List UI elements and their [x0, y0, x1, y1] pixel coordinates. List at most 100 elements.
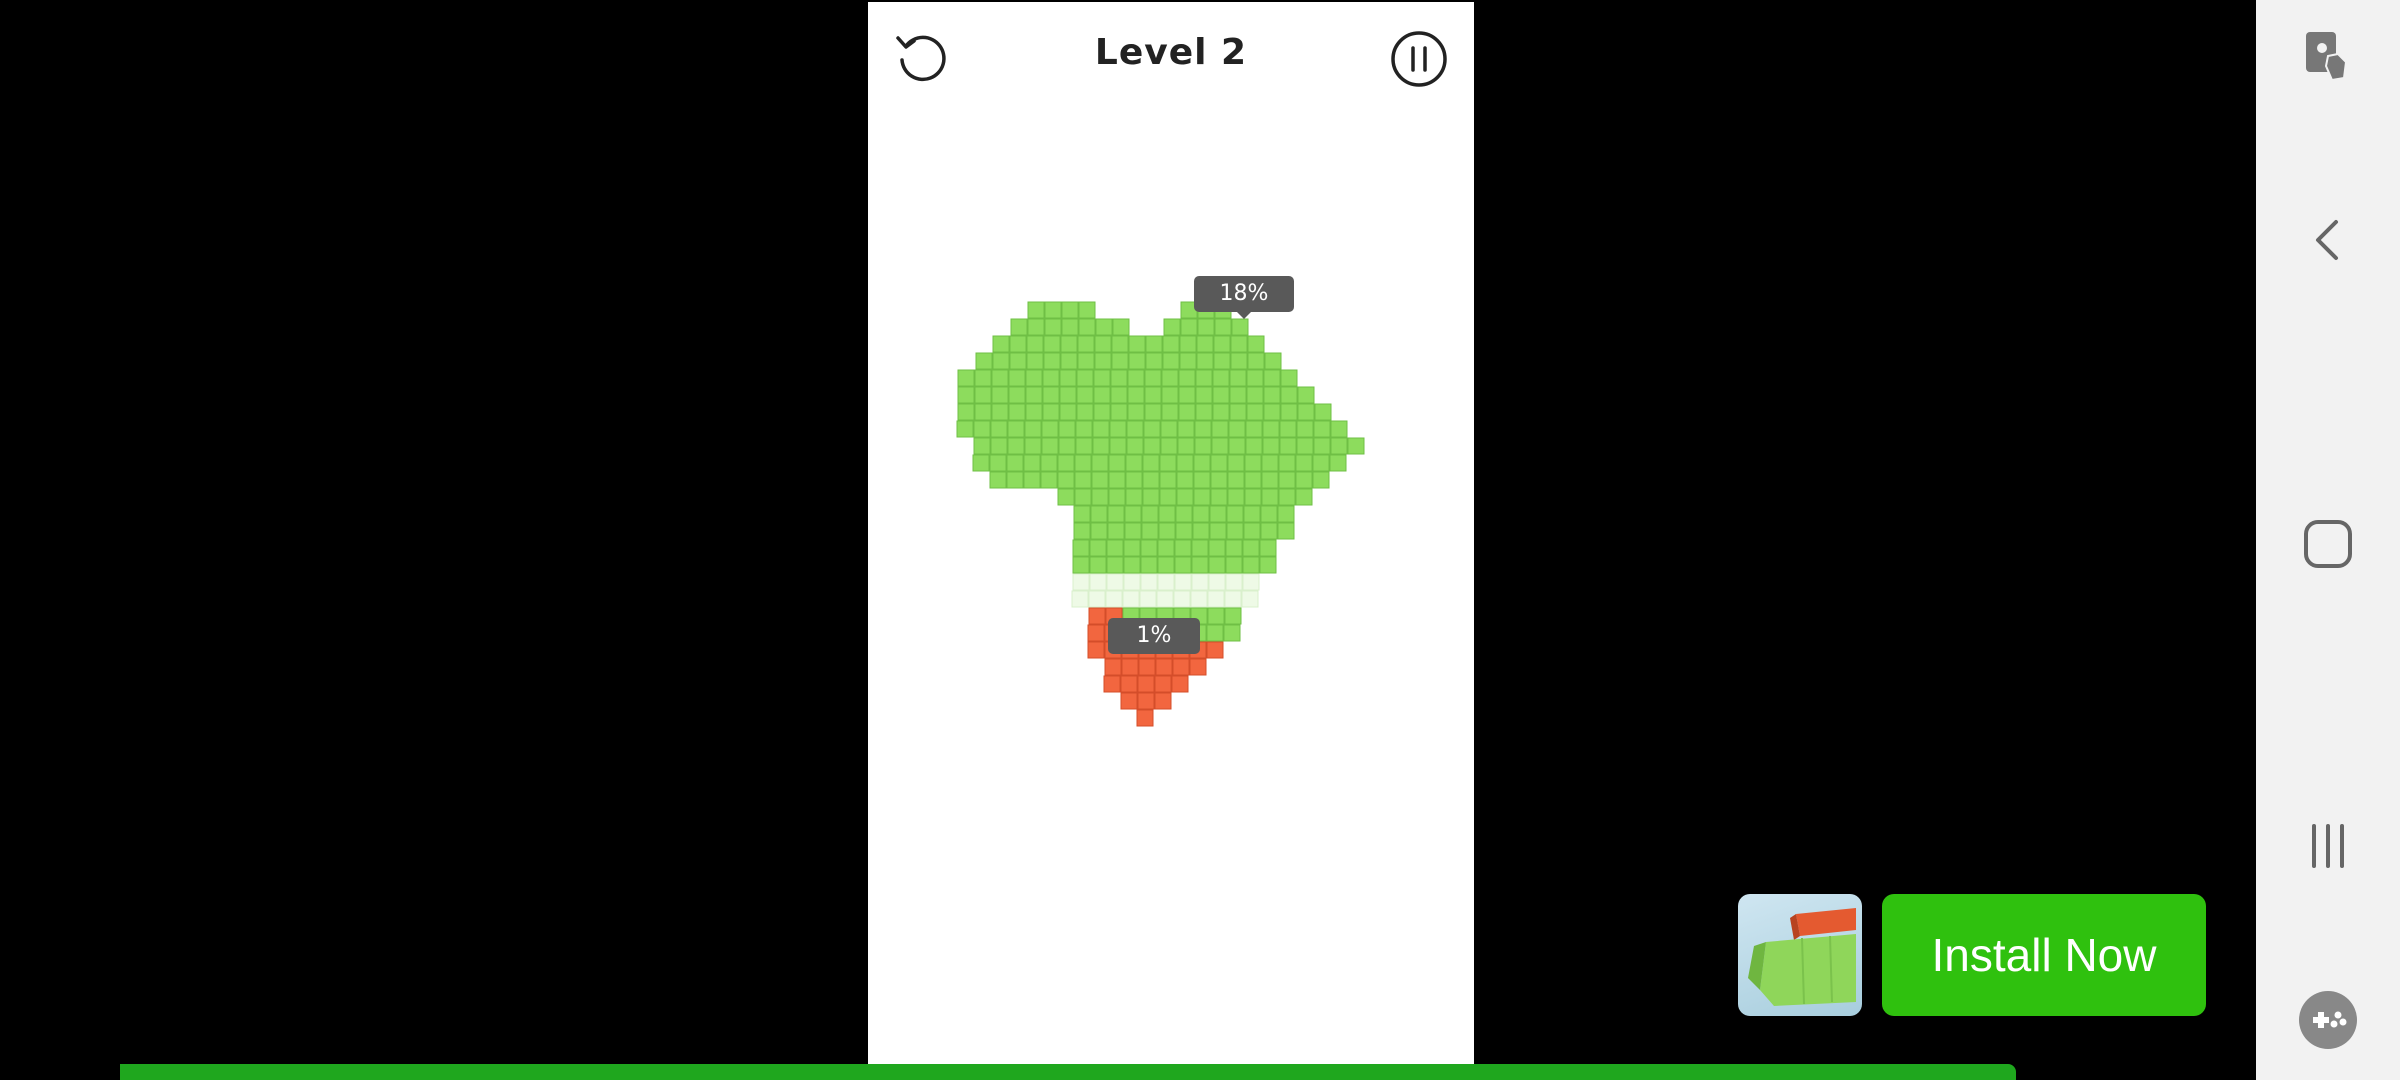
green-cube[interactable] [1280, 369, 1298, 387]
green-cube[interactable] [975, 352, 993, 370]
green-cube[interactable] [1243, 522, 1261, 540]
green-cube[interactable] [1042, 369, 1060, 387]
green-cube[interactable] [1277, 505, 1295, 523]
green-cube[interactable] [1091, 454, 1109, 472]
green-cube[interactable] [1125, 488, 1143, 506]
ad-thumbnail[interactable] [1738, 894, 1862, 1016]
green-cube[interactable] [957, 369, 975, 387]
green-cube[interactable] [989, 471, 1007, 489]
green-cube[interactable] [1209, 522, 1227, 540]
green-cube[interactable] [1244, 454, 1262, 472]
green-cube[interactable] [1263, 369, 1281, 387]
green-cube[interactable] [1178, 403, 1196, 421]
green-cube[interactable] [1212, 369, 1230, 387]
green-cube[interactable] [1210, 488, 1228, 506]
green-cube[interactable] [1059, 403, 1077, 421]
green-cube[interactable] [1157, 539, 1175, 557]
green-cube[interactable] [1044, 301, 1062, 319]
green-cube[interactable] [992, 335, 1010, 353]
green-cube[interactable] [1107, 505, 1125, 523]
green-cube[interactable] [1144, 386, 1162, 404]
green-cube[interactable] [1139, 590, 1157, 608]
green-cube[interactable] [1174, 573, 1192, 591]
green-cube[interactable] [1210, 471, 1228, 489]
green-cube[interactable] [1044, 318, 1062, 336]
green-cube[interactable] [1193, 488, 1211, 506]
green-cube[interactable] [956, 420, 974, 438]
green-cube[interactable] [1043, 335, 1061, 353]
green-cube[interactable] [1078, 318, 1096, 336]
green-cube[interactable] [1177, 437, 1195, 455]
green-cube[interactable] [1260, 522, 1278, 540]
green-cube[interactable] [1041, 437, 1059, 455]
game-panel[interactable]: Level 2 18% 1% [868, 2, 1474, 1066]
red-cube[interactable] [1103, 675, 1121, 693]
green-cube[interactable] [1192, 505, 1210, 523]
green-cube[interactable] [1260, 505, 1278, 523]
green-cube[interactable] [1073, 505, 1091, 523]
green-cube[interactable] [1196, 335, 1214, 353]
green-cube[interactable] [1313, 437, 1331, 455]
green-cube[interactable] [1023, 471, 1041, 489]
green-cube[interactable] [1127, 369, 1145, 387]
green-cube[interactable] [1095, 318, 1113, 336]
cube-map[interactable] [868, 2, 1474, 1066]
green-cube[interactable] [1261, 488, 1279, 506]
green-cube[interactable] [1105, 590, 1123, 608]
green-cube[interactable] [1158, 522, 1176, 540]
green-cube[interactable] [1059, 386, 1077, 404]
green-cube[interactable] [1242, 573, 1260, 591]
red-cube[interactable] [1136, 709, 1154, 727]
green-cube[interactable] [1262, 437, 1280, 455]
green-cube[interactable] [1207, 590, 1225, 608]
green-cube[interactable] [1176, 471, 1194, 489]
green-cube[interactable] [1262, 420, 1280, 438]
green-cube[interactable] [1093, 403, 1111, 421]
home-button[interactable] [2292, 508, 2364, 580]
green-cube[interactable] [1076, 386, 1094, 404]
green-cube[interactable] [1161, 369, 1179, 387]
red-cube[interactable] [1088, 607, 1106, 625]
green-cube[interactable] [1176, 488, 1194, 506]
green-cube[interactable] [1159, 454, 1177, 472]
green-cube[interactable] [1060, 335, 1078, 353]
green-cube[interactable] [990, 437, 1008, 455]
red-cube[interactable] [1154, 692, 1172, 710]
green-cube[interactable] [1313, 420, 1331, 438]
green-cube[interactable] [973, 420, 991, 438]
green-cube[interactable] [1278, 488, 1296, 506]
green-cube[interactable] [1043, 352, 1061, 370]
screen-touch-button[interactable] [2292, 20, 2364, 92]
green-cube[interactable] [1091, 488, 1109, 506]
green-cube[interactable] [1093, 386, 1111, 404]
green-cube[interactable] [1261, 454, 1279, 472]
green-cube[interactable] [1162, 335, 1180, 353]
game-tools-button[interactable] [2292, 984, 2364, 1056]
green-cube[interactable] [1208, 539, 1226, 557]
green-cube[interactable] [1142, 471, 1160, 489]
green-cube[interactable] [1347, 437, 1365, 455]
green-cube[interactable] [1176, 454, 1194, 472]
green-cube[interactable] [1295, 471, 1313, 489]
install-now-button[interactable]: Install Now [1882, 894, 2206, 1016]
green-cube[interactable] [1264, 352, 1282, 370]
back-button[interactable] [2292, 204, 2364, 276]
green-cube[interactable] [1090, 522, 1108, 540]
green-cube[interactable] [990, 420, 1008, 438]
green-cube[interactable] [1278, 471, 1296, 489]
green-cube[interactable] [1159, 471, 1177, 489]
green-cube[interactable] [957, 386, 975, 404]
green-cube[interactable] [1040, 454, 1058, 472]
green-cube[interactable] [989, 454, 1007, 472]
green-cube[interactable] [1242, 539, 1260, 557]
green-cube[interactable] [1312, 471, 1330, 489]
green-cube[interactable] [1242, 556, 1260, 574]
green-cube[interactable] [1060, 352, 1078, 370]
green-cube[interactable] [1074, 471, 1092, 489]
green-cube[interactable] [1279, 420, 1297, 438]
green-cube[interactable] [1244, 488, 1262, 506]
green-cube[interactable] [1230, 352, 1248, 370]
green-cube[interactable] [1227, 488, 1245, 506]
green-cube[interactable] [1143, 420, 1161, 438]
green-cube[interactable] [1094, 335, 1112, 353]
